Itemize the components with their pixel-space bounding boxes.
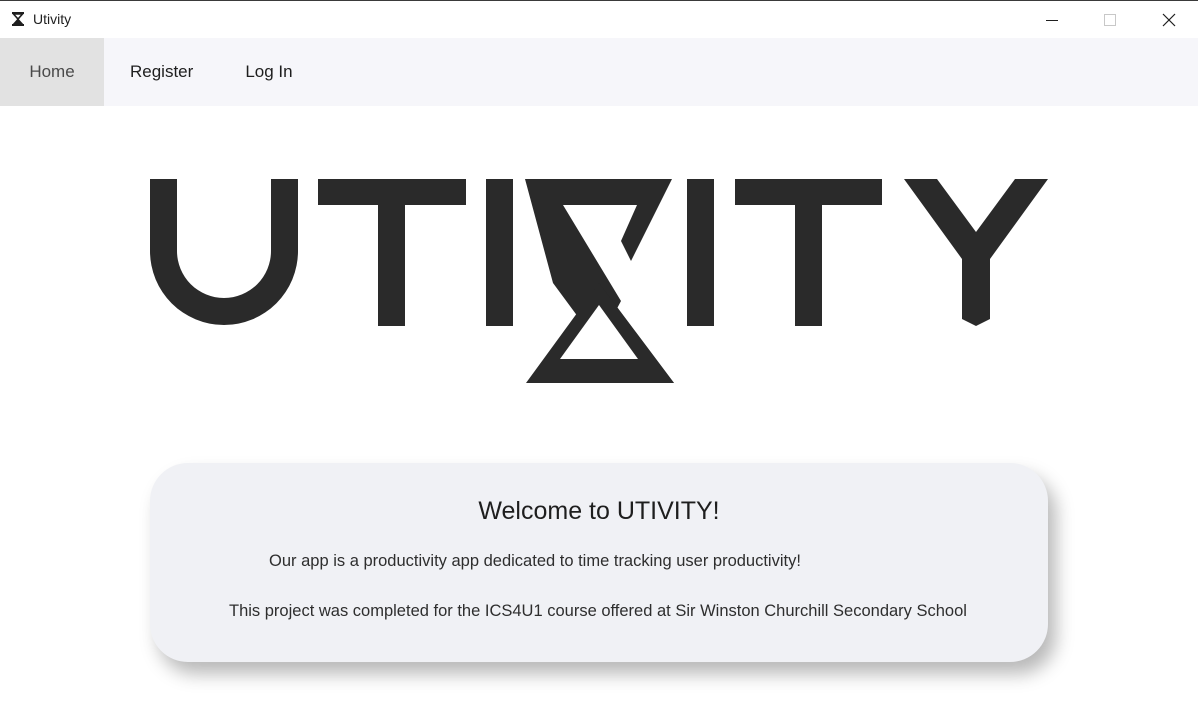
nav-bar: Home Register Log In [0, 38, 1198, 106]
utivity-logo [150, 179, 1048, 383]
logo-hourglass-v [525, 179, 674, 383]
welcome-credits: This project was completed for the ICS4U… [229, 602, 967, 620]
welcome-description: Our app is a productivity app dedicated … [269, 552, 801, 570]
maximize-icon [1104, 13, 1116, 26]
nav-item-home[interactable]: Home [0, 38, 104, 106]
maximize-button[interactable] [1081, 1, 1139, 38]
logo-letter-y [904, 179, 1048, 326]
welcome-title: Welcome to UTIVITY! [478, 497, 720, 525]
app-window: Utivity Home Register Log In Welcome to … [0, 0, 1198, 712]
minimize-icon [1046, 19, 1058, 21]
logo-letter-i1 [486, 179, 513, 326]
welcome-card: Welcome to UTIVITY! Our app is a product… [150, 463, 1048, 662]
minimize-button[interactable] [1023, 1, 1081, 38]
close-icon [1162, 13, 1176, 26]
logo-letter-i2 [687, 179, 714, 326]
title-bar[interactable]: Utivity [0, 1, 1198, 38]
logo-letter-t2 [735, 179, 882, 326]
logo-letter-t1 [318, 179, 466, 326]
nav-item-login[interactable]: Log In [219, 38, 318, 106]
hourglass-icon [12, 12, 24, 26]
nav-item-register[interactable]: Register [104, 38, 219, 106]
logo-letter-u [150, 179, 298, 325]
window-title: Utivity [33, 11, 72, 27]
close-button[interactable] [1140, 1, 1198, 38]
